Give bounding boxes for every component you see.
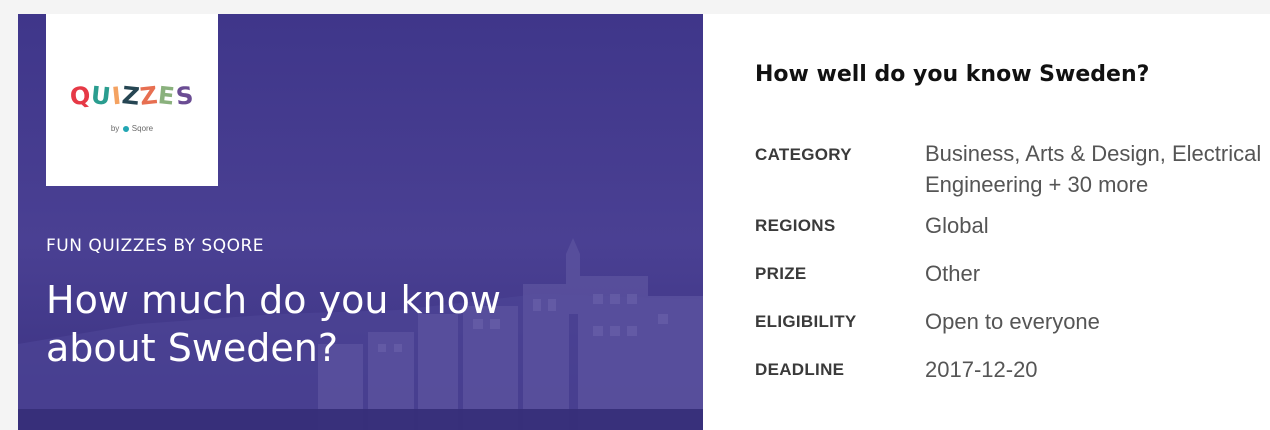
logo-wordmark: QUIZZES (46, 81, 218, 111)
meta-row-regions: REGIONS Global (755, 204, 1270, 248)
quizzes-logo[interactable]: QUIZZES by Sqore (46, 14, 218, 186)
meta-label: ELIGIBILITY (755, 312, 857, 331)
meta-row-deadline: DEADLINE 2017-12-20 (755, 348, 1270, 392)
meta-value: Other (925, 261, 981, 286)
meta-value: 2017-12-20 (925, 357, 1038, 382)
hero-headline: How much do you know about Sweden? (46, 278, 501, 370)
meta-value: Open to everyone (925, 309, 1100, 334)
meta-value: Business, Arts & Design, Electrical Engi… (925, 141, 1262, 197)
page: QUIZZES by Sqore FUN QUIZZES BY SQORE Ho… (0, 0, 1270, 430)
meta-label: REGIONS (755, 216, 836, 235)
meta-label: PRIZE (755, 264, 807, 283)
sqore-logo-icon (122, 125, 129, 132)
meta-row-category: CATEGORY Business, Arts & Design, Electr… (755, 134, 1270, 200)
logo-byline: by Sqore (110, 124, 154, 133)
quiz-title[interactable]: How well do you know Sweden? (755, 62, 1149, 87)
quiz-card[interactable]: QUIZZES by Sqore FUN QUIZZES BY SQORE Ho… (18, 14, 1270, 430)
quiz-meta-list: CATEGORY Business, Arts & Design, Electr… (755, 134, 1270, 396)
logo-letter: U (89, 81, 114, 111)
hero-banner[interactable]: QUIZZES by Sqore FUN QUIZZES BY SQORE Ho… (18, 14, 703, 430)
meta-row-eligibility: ELIGIBILITY Open to everyone (755, 300, 1270, 344)
meta-label: DEADLINE (755, 360, 845, 379)
meta-row-prize: PRIZE Other (755, 252, 1270, 296)
hero-kicker: FUN QUIZZES BY SQORE (46, 236, 265, 256)
meta-value: Global (925, 213, 989, 238)
quiz-details-panel: How well do you know Sweden? CATEGORY Bu… (703, 14, 1270, 430)
logo-letter: S (174, 81, 196, 111)
meta-label: CATEGORY (755, 145, 852, 164)
